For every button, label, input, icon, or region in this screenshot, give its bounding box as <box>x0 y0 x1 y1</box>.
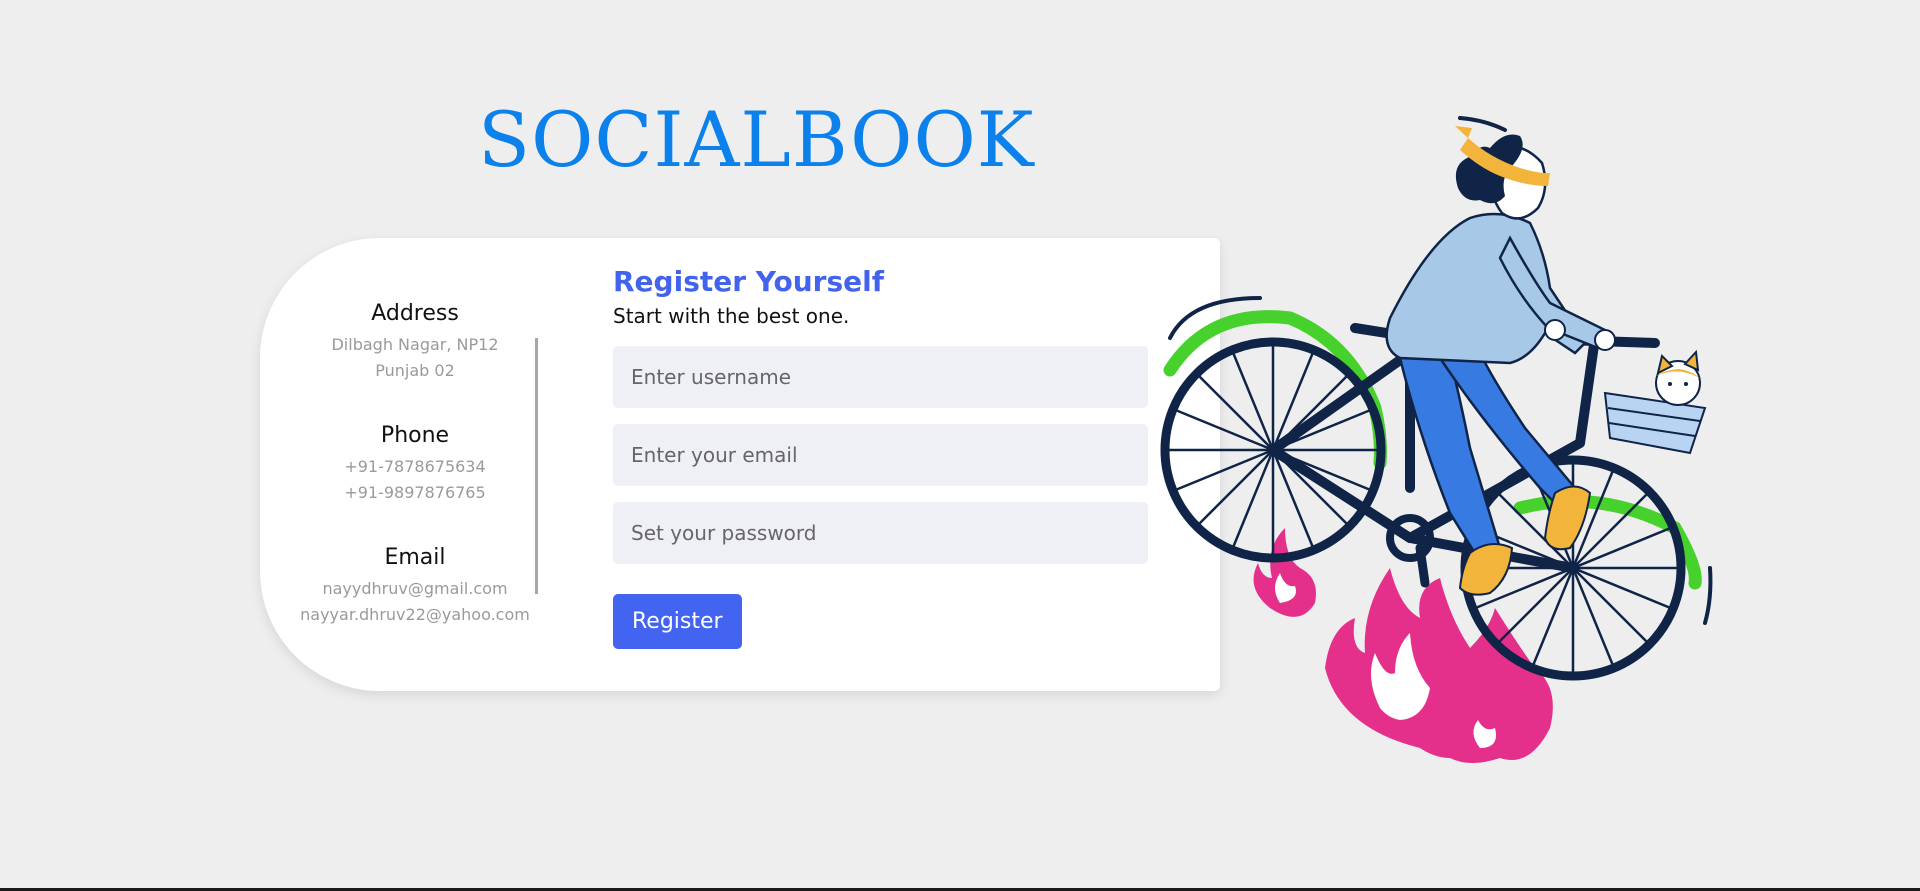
bicycle-rider-illustration <box>1160 116 1713 763</box>
brand-title: SOCIALBOOK <box>478 95 1035 184</box>
contact-info: Address Dilbagh Nagar, NP12 Punjab 02 Ph… <box>260 300 570 666</box>
form-title: Register Yourself <box>613 265 884 298</box>
register-form: Register Yourself Start with the best on… <box>613 264 1148 649</box>
email-input[interactable] <box>613 424 1148 486</box>
address-line-1: Dilbagh Nagar, NP12 <box>331 335 499 354</box>
email-line-2: nayyar.dhruv22@yahoo.com <box>300 605 530 624</box>
email-line-1: nayydhruv@gmail.com <box>322 579 508 598</box>
password-input[interactable] <box>613 502 1148 564</box>
email-block: Email nayydhruv@gmail.com nayyar.dhruv22… <box>260 544 570 628</box>
phone-line-1: +91-7878675634 <box>344 457 486 476</box>
phone-heading: Phone <box>380 423 450 448</box>
phone-line-2: +91-9897876765 <box>344 483 486 502</box>
register-button[interactable]: Register <box>613 594 742 649</box>
phone-block: Phone +91-7878675634 +91-9897876765 <box>260 422 570 506</box>
address-line-2: Punjab 02 <box>375 361 455 380</box>
username-input[interactable] <box>613 346 1148 408</box>
register-card: Address Dilbagh Nagar, NP12 Punjab 02 Ph… <box>260 238 1220 691</box>
form-subtitle: Start with the best one. <box>613 304 850 328</box>
address-block: Address Dilbagh Nagar, NP12 Punjab 02 <box>260 300 570 384</box>
address-heading: Address <box>371 301 459 326</box>
email-heading: Email <box>384 545 446 570</box>
vertical-divider <box>535 338 538 594</box>
